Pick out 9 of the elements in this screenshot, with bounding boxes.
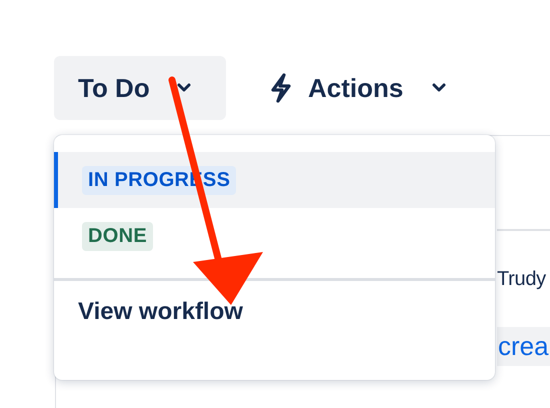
assignee-name: Trudy [497,268,546,290]
status-option[interactable]: DONE [54,208,495,264]
chevron-down-icon [176,83,192,93]
actions-button[interactable]: Actions [268,56,448,120]
status-button[interactable]: To Do [54,56,226,120]
status-lozenge: DONE [82,222,153,250]
chevron-down-icon [431,83,448,93]
link[interactable]: crea [497,327,550,366]
view-workflow-item[interactable]: View workflow [54,281,495,343]
